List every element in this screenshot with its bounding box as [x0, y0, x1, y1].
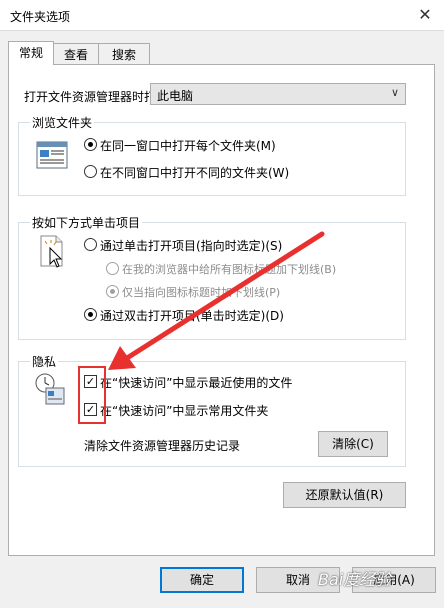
- browse-folders-group: [18, 122, 406, 196]
- restore-defaults-button[interactable]: 还原默认值(R): [283, 482, 406, 508]
- clear-history-button[interactable]: 清除(C): [318, 431, 388, 457]
- annotation-arrow: [108, 231, 325, 370]
- tab-general[interactable]: 常规: [8, 41, 54, 65]
- open-explorer-value: 此电脑: [157, 89, 194, 103]
- pointer-click-icon: [40, 235, 63, 268]
- open-explorer-label: 打开文件资源管理器时打: [24, 90, 157, 104]
- open-explorer-select[interactable]: 此电脑 ∨: [150, 83, 406, 105]
- clear-history-label: 清除文件资源管理器历史记录: [84, 439, 241, 453]
- radio-single-click[interactable]: [84, 238, 97, 251]
- radio-new-window[interactable]: [84, 165, 97, 178]
- ok-button[interactable]: 确定: [160, 567, 244, 593]
- radio-same-window[interactable]: [84, 138, 97, 151]
- window-title: 文件夹选项: [10, 10, 71, 24]
- chevron-down-icon: ∨: [390, 86, 399, 99]
- radio-double-click[interactable]: [84, 308, 97, 321]
- tab-search[interactable]: 搜索: [98, 43, 150, 65]
- privacy-clock-icon: [35, 373, 65, 405]
- watermark-text: Bai度经验: [318, 570, 392, 589]
- folder-window-icon: [36, 141, 68, 169]
- privacy-title: 隐私: [30, 353, 59, 370]
- radio-same-window-label: 在同一窗口中打开每个文件夹(M): [100, 139, 276, 153]
- browse-folders-title: 浏览文件夹: [30, 114, 95, 131]
- radio-new-window-label: 在不同窗口中打开不同的文件夹(W): [100, 166, 290, 180]
- title-bar: 文件夹选项 ✕: [0, 0, 444, 31]
- checkbox-frequent-folders-label: 在“快速访问”中显示常用文件夹: [100, 404, 269, 418]
- close-icon[interactable]: ✕: [414, 5, 436, 25]
- tab-view[interactable]: 查看: [53, 43, 99, 65]
